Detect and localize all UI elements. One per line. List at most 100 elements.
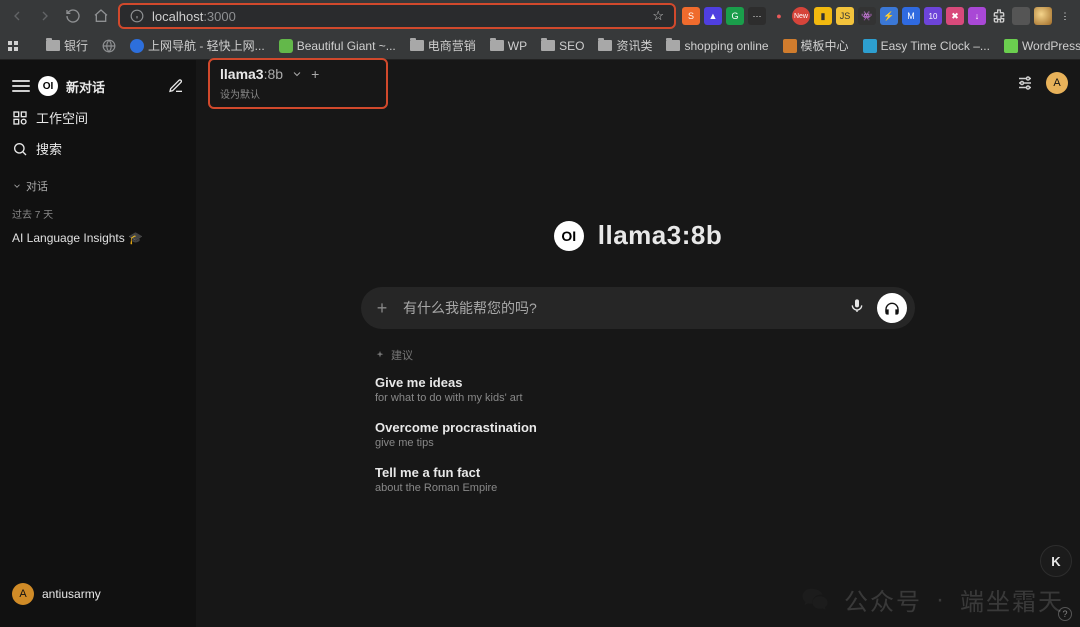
bookmark-item[interactable]: Easy Time Clock –... — [863, 39, 990, 53]
bookmark-folder[interactable]: 资讯类 — [598, 37, 652, 54]
sidebar-workspace[interactable]: 工作空间 — [8, 102, 188, 133]
home-button[interactable] — [90, 5, 112, 27]
brand-title: llama3:8b — [598, 220, 722, 251]
add-model-icon[interactable]: + — [311, 66, 319, 82]
info-icon — [130, 9, 144, 23]
bookmark-item[interactable]: WordPress Theme... — [1004, 39, 1080, 53]
bookmark-folder[interactable]: shopping online — [666, 39, 768, 53]
main-topbar: llama3:8b + 设为默认 A — [196, 60, 1080, 106]
app-frame: OI 新对话 工作空间 搜索 对话 过去 7 天 AI Language Ins… — [0, 60, 1080, 627]
sidebar-new-chat[interactable]: OI 新对话 — [8, 70, 188, 102]
watermark-label: 公众号 — [844, 582, 922, 617]
username-label: antiusarmy — [42, 587, 101, 601]
chevron-down-icon — [291, 68, 303, 80]
extension-icons: S ▲ G ··· ● New ▮ JS 👾 ⚡ M 10 ✖ ↓ ⋮ — [682, 7, 1074, 25]
sidebar-chat-item[interactable]: AI Language Insights 🎓 — [8, 225, 188, 251]
brand-logo-icon: OI — [554, 221, 584, 251]
watermark-dot: · — [936, 586, 946, 614]
ext-icon[interactable]: ▮ — [814, 7, 832, 25]
watermark-name: 端坐霜天 — [960, 582, 1064, 617]
address-text: localhost:3000 — [152, 9, 236, 24]
suggestions: 建议 Give me ideas for what to do with my … — [361, 343, 915, 502]
new-chat-label: 新对话 — [66, 77, 105, 96]
workspace-label: 工作空间 — [36, 108, 88, 127]
ext-icon[interactable]: ↓ — [968, 7, 986, 25]
bookmark-item[interactable]: 模板中心 — [783, 37, 849, 54]
model-name: llama3:8b — [220, 66, 283, 82]
ext-icon[interactable]: G — [726, 7, 744, 25]
sidebar: OI 新对话 工作空间 搜索 对话 过去 7 天 AI Language Ins… — [0, 60, 196, 627]
profile-avatar[interactable] — [1034, 7, 1052, 25]
chevron-down-icon — [12, 181, 22, 191]
suggestion-title: Tell me a fun fact — [375, 465, 901, 480]
bookmark-folder[interactable]: SEO — [541, 39, 584, 53]
prompt-placeholder: 有什么我能帮您的吗? — [403, 298, 837, 318]
bookmark-item[interactable] — [102, 39, 116, 53]
extensions-menu-icon[interactable] — [990, 7, 1008, 25]
section-label: 对话 — [26, 178, 48, 194]
bookmark-folder[interactable]: 银行 — [46, 37, 88, 54]
search-icon — [12, 141, 28, 157]
sidebar-user[interactable]: A antiusarmy — [8, 571, 188, 617]
ext-icon[interactable]: M — [902, 7, 920, 25]
settings-sliders-icon[interactable] — [1016, 74, 1034, 92]
apps-icon[interactable] — [8, 41, 18, 51]
brand-row: OI llama3:8b — [554, 220, 722, 251]
bookmark-folder[interactable]: 电商营销 — [410, 37, 476, 54]
sparkle-icon — [375, 350, 385, 360]
suggestions-label: 建议 — [391, 347, 413, 363]
ext-icon[interactable]: ✖ — [946, 7, 964, 25]
reload-button[interactable] — [62, 5, 84, 27]
back-button[interactable] — [6, 5, 28, 27]
prompt-input[interactable]: + 有什么我能帮您的吗? — [361, 287, 915, 329]
bookmark-star-icon[interactable]: ☆ — [652, 8, 664, 24]
sidebar-timeframe: 过去 7 天 — [8, 202, 188, 225]
suggestions-header: 建议 — [361, 343, 915, 367]
ext-icon[interactable]: 10 — [924, 7, 942, 25]
ext-icon[interactable]: S — [682, 7, 700, 25]
set-default-label[interactable]: 设为默认 — [220, 86, 376, 101]
suggestion-item[interactable]: Overcome procrastination give me tips — [361, 412, 915, 457]
user-avatar: A — [12, 583, 34, 605]
attach-icon[interactable]: + — [369, 295, 395, 321]
voice-mode-icon[interactable] — [877, 293, 907, 323]
ext-icon[interactable]: ··· — [748, 7, 766, 25]
bookmarks-bar: 银行 上网导航 - 轻快上网... Beautiful Giant ~... 电… — [0, 32, 1080, 60]
model-selector[interactable]: llama3:8b + 设为默认 — [208, 58, 388, 109]
app-logo-icon: OI — [38, 76, 58, 96]
suggestion-item[interactable]: Tell me a fun fact about the Roman Empir… — [361, 457, 915, 502]
suggestion-item[interactable]: Give me ideas for what to do with my kid… — [361, 367, 915, 412]
sidebar-section-toggle[interactable]: 对话 — [8, 174, 188, 198]
ext-icon[interactable]: ● — [770, 7, 788, 25]
browser-menu-icon[interactable]: ⋮ — [1056, 7, 1074, 25]
center-stage: OI llama3:8b + 有什么我能帮您的吗? 建议 Give me ide… — [196, 220, 1080, 502]
separator — [1012, 7, 1030, 25]
grid-icon — [12, 110, 28, 126]
watermark: 公众号 · 端坐霜天 — [800, 582, 1064, 617]
suggestion-title: Overcome procrastination — [375, 420, 901, 435]
mic-icon[interactable] — [845, 298, 869, 319]
address-bar[interactable]: localhost:3000 ☆ — [118, 3, 676, 29]
suggestion-subtitle: for what to do with my kids' art — [375, 392, 901, 404]
menu-icon[interactable] — [12, 80, 30, 92]
main-area: llama3:8b + 设为默认 A OI llama3:8b + 有什么我能帮… — [196, 60, 1080, 627]
header-user-avatar[interactable]: A — [1046, 72, 1068, 94]
bookmark-folder[interactable]: WP — [490, 39, 527, 53]
wechat-icon — [800, 585, 830, 615]
ext-icon[interactable]: ▲ — [704, 7, 722, 25]
search-label: 搜索 — [36, 139, 62, 158]
ext-icon[interactable]: JS — [836, 7, 854, 25]
ext-icon[interactable]: 👾 — [858, 7, 876, 25]
floating-badge[interactable]: K — [1040, 545, 1072, 577]
compose-icon[interactable] — [168, 78, 184, 94]
bookmark-item[interactable]: 上网导航 - 轻快上网... — [130, 37, 265, 54]
suggestion-subtitle: give me tips — [375, 437, 901, 449]
sidebar-search[interactable]: 搜索 — [8, 133, 188, 164]
bookmark-item[interactable]: Beautiful Giant ~... — [279, 39, 396, 53]
suggestion-title: Give me ideas — [375, 375, 901, 390]
ext-icon[interactable]: ⚡ — [880, 7, 898, 25]
ext-icon[interactable]: New — [792, 7, 810, 25]
forward-button[interactable] — [34, 5, 56, 27]
browser-toolbar: localhost:3000 ☆ S ▲ G ··· ● New ▮ JS 👾 … — [0, 0, 1080, 32]
suggestion-subtitle: about the Roman Empire — [375, 482, 901, 494]
